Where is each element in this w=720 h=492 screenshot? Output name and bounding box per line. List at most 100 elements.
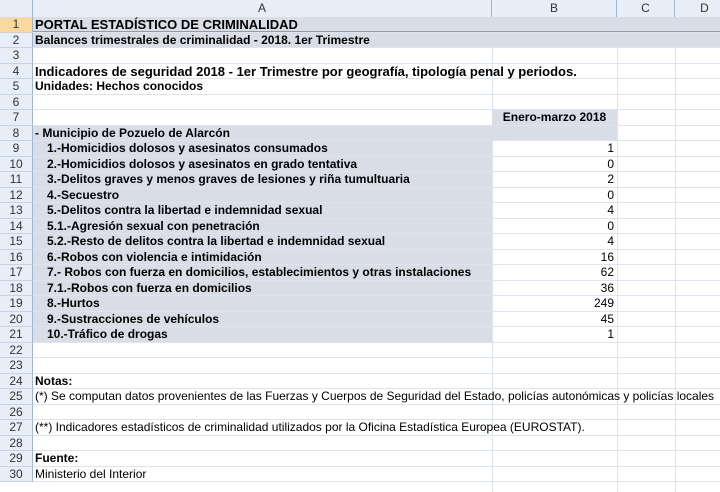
cell-b[interactable] — [492, 125, 617, 140]
row-header[interactable]: 12 — [0, 187, 33, 203]
row-header[interactable]: 30 — [0, 466, 33, 482]
cell-a[interactable] — [33, 405, 492, 420]
cell-b[interactable]: 0 — [492, 157, 617, 172]
cell-b[interactable]: 16 — [492, 250, 617, 265]
row-header[interactable]: 28 — [0, 435, 33, 451]
table-row: 7 Enero-marzo 2018 — [0, 110, 720, 126]
cell-a[interactable]: 3.-Delitos graves y menos graves de lesi… — [33, 172, 492, 187]
cell-b[interactable]: 0 — [492, 219, 617, 234]
cell-b[interactable] — [492, 48, 617, 63]
cell-b[interactable] — [492, 358, 617, 373]
cell-a[interactable] — [33, 110, 492, 125]
row-header[interactable]: 23 — [0, 358, 33, 374]
cell-a[interactable]: Notas: — [33, 374, 492, 389]
cell-a[interactable]: Unidades: Hechos conocidos — [33, 79, 492, 94]
cell-b[interactable] — [492, 95, 617, 110]
cell-a[interactable]: 5.-Delitos contra la libertad e indemnid… — [33, 203, 492, 218]
cell-b[interactable]: Enero-marzo 2018 — [492, 110, 617, 125]
cell-a[interactable]: 4.-Secuestro — [33, 187, 492, 202]
table-row: 4 Indicadores de seguridad 2018 - 1er Tri… — [0, 63, 720, 79]
row-header[interactable]: 7 — [0, 110, 33, 126]
cell-a[interactable]: - Municipio de Pozuelo de Alarcón — [33, 125, 492, 140]
select-all-corner[interactable] — [0, 0, 33, 17]
row-header[interactable]: 13 — [0, 203, 33, 219]
cell-a[interactable]: (*) Se computan datos provenientes de la… — [33, 389, 714, 404]
row-header[interactable]: 11 — [0, 172, 33, 188]
cell-b[interactable]: 1 — [492, 141, 617, 156]
row-cells: 5.1.-Agresión sexual con penetración 0 — [33, 218, 720, 234]
cell-a[interactable]: 6.-Robos con violencia e intimidación — [33, 249, 492, 264]
cell-b[interactable] — [492, 405, 617, 420]
row-header[interactable]: 8 — [0, 125, 33, 141]
row-cells — [33, 358, 720, 374]
cell-a[interactable]: 9.-Sustracciones de vehículos — [33, 311, 492, 326]
cell-b[interactable]: 36 — [492, 281, 617, 296]
row-header[interactable]: 18 — [0, 280, 33, 296]
cell-b[interactable]: 4 — [492, 203, 617, 218]
row-header[interactable]: 1 — [0, 17, 33, 33]
cell-b[interactable]: 0 — [492, 188, 617, 203]
row-header[interactable]: 9 — [0, 141, 33, 157]
cell-b[interactable] — [492, 64, 617, 79]
row-header[interactable]: 3 — [0, 48, 33, 64]
row-header[interactable]: 24 — [0, 373, 33, 389]
row-header[interactable]: 14 — [0, 218, 33, 234]
row-header[interactable]: 27 — [0, 420, 33, 436]
cell-b[interactable] — [492, 33, 617, 48]
cell-a[interactable]: Ministerio del Interior — [33, 467, 492, 482]
cell-a[interactable] — [33, 48, 492, 63]
row-header[interactable]: 29 — [0, 451, 33, 467]
row-header[interactable]: 22 — [0, 342, 33, 358]
cell-a[interactable] — [33, 95, 492, 110]
cell-a[interactable]: 7.- Robos con fuerza en domicilios, esta… — [33, 265, 492, 280]
row-header[interactable]: 16 — [0, 249, 33, 265]
row-cells: 4.-Secuestro 0 — [33, 187, 720, 203]
row-header[interactable]: 20 — [0, 311, 33, 327]
cell-a[interactable]: Fuente: — [33, 451, 492, 466]
cell-a[interactable] — [33, 343, 492, 358]
row-header[interactable]: 5 — [0, 79, 33, 95]
cell-b[interactable]: 1 — [492, 327, 617, 342]
row-header[interactable]: 6 — [0, 94, 33, 110]
cell-b[interactable] — [492, 451, 617, 466]
column-header-b[interactable]: B — [492, 0, 617, 17]
cell-a[interactable] — [33, 358, 492, 373]
cell-b[interactable]: 249 — [492, 296, 617, 311]
cell-b[interactable]: 2 — [492, 172, 617, 187]
cell-b[interactable]: 45 — [492, 312, 617, 327]
cell-a[interactable]: 5.1.-Agresión sexual con penetración — [33, 218, 492, 233]
cell-b[interactable] — [492, 79, 617, 94]
cell-b[interactable] — [492, 467, 617, 482]
cell-a[interactable]: (**) Indicadores estadísticos de crimina… — [33, 420, 585, 435]
row-cells — [33, 48, 720, 64]
cell-a[interactable]: 10.-Tráfico de drogas — [33, 327, 492, 342]
row-header[interactable]: 19 — [0, 296, 33, 312]
cell-a[interactable]: 8.-Hurtos — [33, 296, 492, 311]
cell-b[interactable] — [492, 343, 617, 358]
cell-a[interactable]: 7.1.-Robos con fuerza en domicilios — [33, 280, 492, 295]
cell-b[interactable] — [492, 389, 617, 404]
row-header[interactable]: 21 — [0, 327, 33, 343]
cell-a[interactable]: 2.-Homicidios dolosos y asesinatos en gr… — [33, 156, 492, 171]
column-header-c[interactable]: C — [617, 0, 675, 17]
cell-b[interactable] — [492, 436, 617, 451]
cell-a[interactable]: 5.2.-Resto de delitos contra la libertad… — [33, 234, 492, 249]
cell-a[interactable]: Indicadores de seguridad 2018 - 1er Trim… — [33, 64, 577, 79]
row-header[interactable]: 26 — [0, 404, 33, 420]
row-header[interactable]: 17 — [0, 265, 33, 281]
row-header[interactable]: 4 — [0, 63, 33, 79]
row-header[interactable]: 2 — [0, 32, 33, 48]
cell-b[interactable] — [492, 420, 617, 435]
column-header-a[interactable]: A — [33, 0, 492, 17]
cell-b[interactable] — [492, 17, 617, 32]
cell-a[interactable]: 1.-Homicidios dolosos y asesinatos consu… — [33, 141, 492, 156]
row-header[interactable]: 25 — [0, 389, 33, 405]
cell-a[interactable] — [33, 436, 492, 451]
cell-b[interactable]: 62 — [492, 265, 617, 280]
row-header[interactable]: 15 — [0, 234, 33, 250]
cell-b[interactable] — [492, 374, 617, 389]
table-row: 12 4.-Secuestro 0 — [0, 187, 720, 203]
cell-b[interactable]: 4 — [492, 234, 617, 249]
row-header[interactable]: 10 — [0, 156, 33, 172]
column-header-d[interactable]: D — [675, 0, 720, 17]
